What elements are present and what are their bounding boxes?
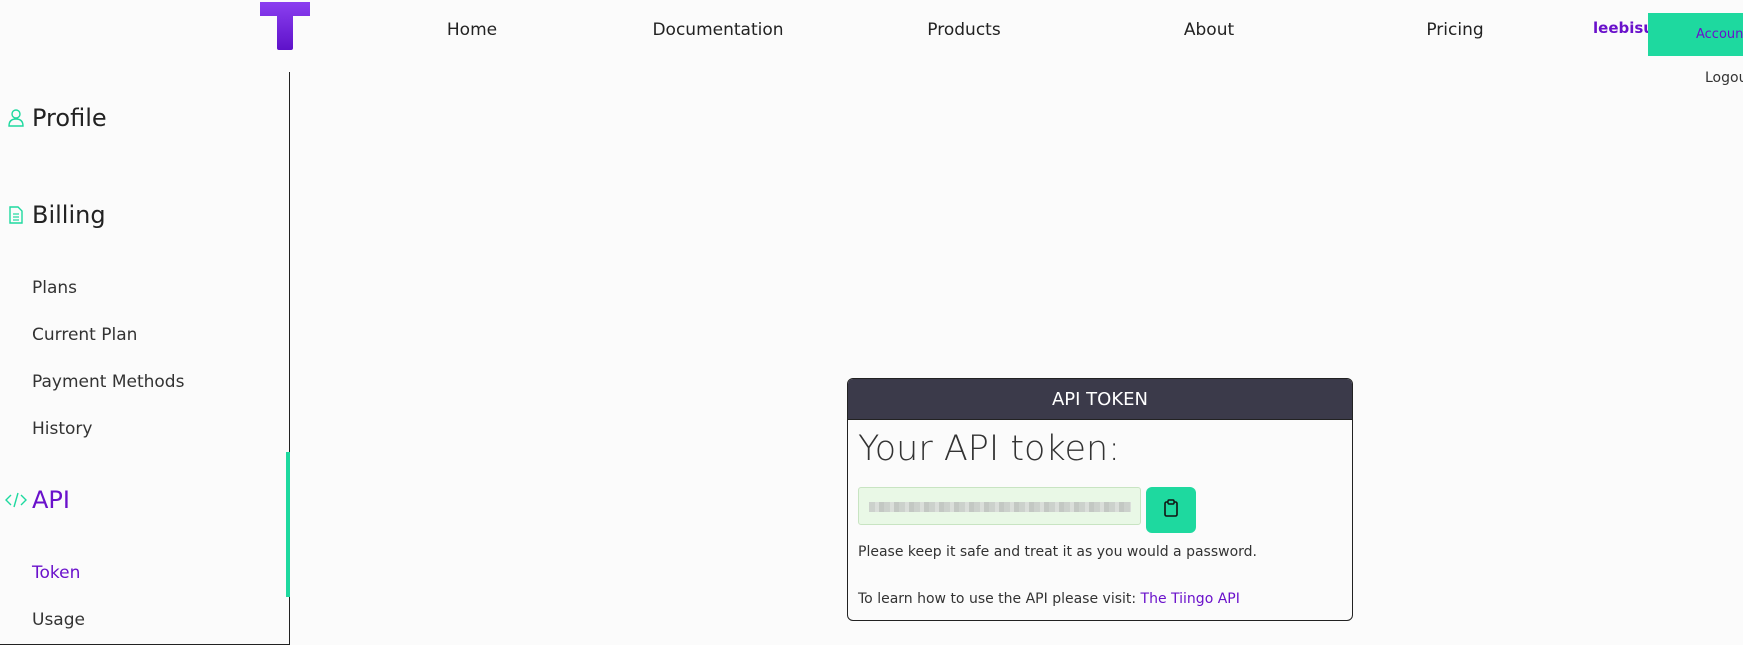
nav-pricing[interactable]: Pricing [1426,20,1483,40]
sidebar-item-token[interactable]: Token [32,563,80,583]
sidebar-item-usage[interactable]: Usage [32,610,85,630]
account-button[interactable]: Accoun [1648,13,1743,56]
sidebar-section-billing[interactable]: Billing [0,201,106,229]
tiingo-api-link[interactable]: The Tiingo API [1141,591,1240,607]
api-token-field[interactable] [858,487,1141,525]
nav-about[interactable]: About [1184,20,1234,40]
safety-note: Please keep it safe and treat it as you … [858,544,1257,560]
nav-documentation[interactable]: Documentation [652,20,783,40]
sidebar-item-current-plan[interactable]: Current Plan [32,325,137,345]
card-title: Your API token: [858,429,1121,469]
sidebar-item-history[interactable]: History [32,419,92,439]
logout-link[interactable]: Logou [1705,70,1743,86]
sidebar-active-indicator [286,452,290,597]
page: Home Documentation Products About Pricin… [0,0,1743,645]
sidebar-section-api[interactable]: API [0,486,70,514]
sidebar [0,72,290,645]
learn-note: To learn how to use the API please visit… [858,591,1240,607]
sidebar-item-payment-methods[interactable]: Payment Methods [32,372,184,392]
user-icon [0,109,32,127]
sidebar-profile-label: Profile [32,104,107,132]
token-redaction [869,502,1131,512]
nav-home[interactable]: Home [447,20,497,40]
account-button-label: Accoun [1696,27,1743,42]
card-header: API TOKEN [848,379,1352,420]
sidebar-billing-label: Billing [32,201,106,229]
clipboard-icon [1164,499,1178,521]
tiingo-logo[interactable] [260,2,310,50]
sidebar-api-label: API [32,486,70,514]
username[interactable]: leebisu [1593,19,1654,37]
sidebar-item-plans[interactable]: Plans [32,278,77,298]
api-token-card: API TOKEN Your API token: Please keep it… [847,378,1353,621]
learn-prefix: To learn how to use the API please visit… [858,591,1137,607]
copy-token-button[interactable] [1146,487,1196,533]
nav-products[interactable]: Products [927,20,1000,40]
sidebar-section-profile[interactable]: Profile [0,104,107,132]
document-icon [0,206,32,224]
code-icon [0,492,32,508]
